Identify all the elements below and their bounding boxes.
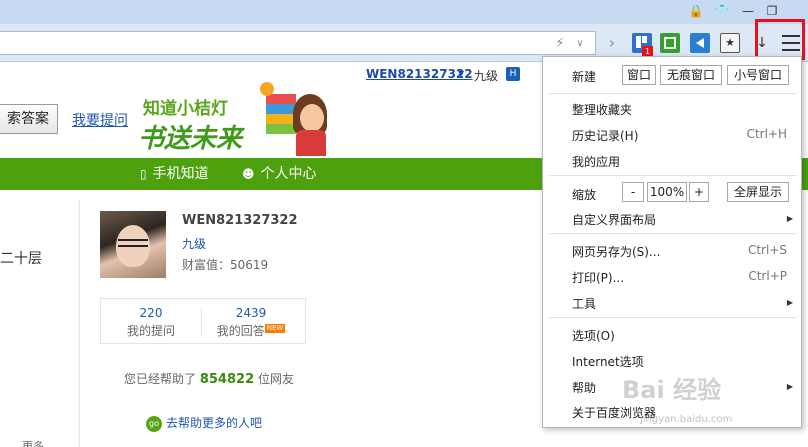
vip-icon[interactable]: H xyxy=(506,67,520,81)
ask-question-link[interactable]: 我要提问 xyxy=(72,110,128,130)
girl-face-icon xyxy=(300,104,324,132)
shirt-icon[interactable]: 👕 xyxy=(712,2,732,20)
menu-item-tools[interactable]: 工具 xyxy=(572,295,596,312)
incognito-window-button[interactable]: 无痕窗口 xyxy=(660,65,722,85)
mobile-zhidao-link[interactable]: ▯ 手机知道 xyxy=(140,164,209,184)
menu-separator xyxy=(549,233,797,234)
answers-label: 我的回答 xyxy=(216,324,265,338)
menu-separator xyxy=(549,317,797,318)
profile-name: WEN821327322 xyxy=(182,213,298,228)
menu-new-label: 新建 xyxy=(572,70,597,84)
questions-stat[interactable]: 220 我的提问 xyxy=(101,306,201,339)
new-window-button[interactable]: 窗口 xyxy=(622,65,656,85)
menu-zoom-label: 缩放 xyxy=(572,188,597,202)
helped-count: 854822 xyxy=(199,372,255,387)
personal-center-label: 个人中心 xyxy=(260,166,317,182)
column-divider xyxy=(79,200,80,447)
submenu-arrow-icon: ▶ xyxy=(786,298,793,307)
logo-line2: 书送未来 xyxy=(138,124,243,154)
menu-icon[interactable] xyxy=(782,35,800,51)
menu-separator xyxy=(549,175,797,176)
watermark-url: jingyan.baidu.com xyxy=(640,414,733,425)
user-icon: ☻ xyxy=(242,167,255,181)
helped-prefix: 您已经帮助了 xyxy=(124,372,197,386)
menu-item-internet-options[interactable]: Internet选项 xyxy=(572,353,644,370)
go-icon: go xyxy=(146,415,162,432)
menu-item-print[interactable]: 打印(P)... xyxy=(572,269,624,286)
submenu-arrow-icon: ▶ xyxy=(786,214,793,223)
helped-text: 您已经帮助了 854822 位网友 xyxy=(124,370,294,387)
fullscreen-button[interactable]: 全屏显示 xyxy=(727,182,789,202)
menu-item-help[interactable]: 帮助 xyxy=(572,379,596,396)
mobile-zhidao-label: 手机知道 xyxy=(152,166,209,182)
girl-body-icon xyxy=(296,130,326,156)
sound-icon[interactable] xyxy=(690,33,710,53)
help-more-link[interactable]: go 去帮助更多的人吧 xyxy=(146,414,262,432)
extension-icon[interactable]: 1 xyxy=(632,33,653,57)
logo-line1: 知道小桔灯 xyxy=(143,99,228,119)
search-answer-button[interactable]: 索答案 xyxy=(0,104,58,134)
dropdown-icon[interactable]: ∨ xyxy=(571,35,589,53)
answers-count[interactable]: 2439 xyxy=(201,306,301,320)
more-link[interactable]: 更多 xyxy=(22,438,44,447)
title-bar: 🔒 👕 — ❐ xyxy=(0,0,808,24)
lightning-icon[interactable]: ⚡ xyxy=(551,35,569,53)
minimize-icon[interactable]: — xyxy=(738,2,758,20)
logo: 知道小桔灯 书送未来 xyxy=(138,80,338,158)
lock-icon[interactable]: 🔒 xyxy=(686,2,706,20)
menu-item-organize-favorites[interactable]: 整理收藏夹 xyxy=(572,101,632,118)
menu-item-custom-layout[interactable]: 自定义界面布局 xyxy=(572,211,656,228)
small-window-button[interactable]: 小号窗口 xyxy=(727,65,789,85)
stats-box: 220 我的提问 2439 我的回答 NEW xyxy=(100,298,306,344)
caret-down-icon[interactable]: ▼ xyxy=(458,69,464,78)
screenshot-icon[interactable] xyxy=(660,33,680,53)
avatar[interactable] xyxy=(100,211,166,278)
answers-stat[interactable]: 2439 我的回答 NEW xyxy=(201,306,301,339)
menu-item-history[interactable]: 历史记录(H) xyxy=(572,127,638,144)
restore-icon[interactable]: ❐ xyxy=(762,2,782,20)
zoom-level: 100% xyxy=(647,182,687,202)
profile-wealth: 财富值：50619 xyxy=(182,258,269,272)
lamp-icon xyxy=(260,82,274,96)
user-level: 九级 xyxy=(474,69,499,83)
bookmark-star-icon[interactable]: ★ xyxy=(720,33,740,53)
address-bar[interactable]: ⚡ ∨ xyxy=(0,31,596,55)
forward-icon[interactable]: › xyxy=(603,34,621,52)
menu-item-options[interactable]: 选项(O) xyxy=(572,327,615,344)
menu-separator xyxy=(549,93,797,94)
questions-label: 我的提问 xyxy=(126,324,175,338)
help-more-label: 去帮助更多的人吧 xyxy=(166,416,263,430)
new-badge: NEW xyxy=(264,324,286,333)
print-shortcut: Ctrl+P xyxy=(748,269,787,283)
mobile-icon: ▯ xyxy=(140,167,147,181)
zoom-out-button[interactable]: - xyxy=(622,182,644,202)
left-column-text: 二十层 xyxy=(0,251,42,267)
questions-count[interactable]: 220 xyxy=(101,306,201,320)
menu-item-save-as[interactable]: 网页另存为(S)... xyxy=(572,243,660,260)
books-icon xyxy=(266,94,296,134)
profile-level[interactable]: 九级 xyxy=(182,235,206,252)
save-as-shortcut: Ctrl+S xyxy=(747,243,787,257)
username-link[interactable]: WEN821327322 xyxy=(366,67,473,81)
menu-item-my-apps[interactable]: 我的应用 xyxy=(572,153,620,170)
helped-suffix: 位网友 xyxy=(257,372,294,386)
personal-center-link[interactable]: ☻ 个人中心 xyxy=(242,164,317,184)
zoom-in-button[interactable]: + xyxy=(689,182,709,202)
history-shortcut: Ctrl+H xyxy=(746,127,787,141)
